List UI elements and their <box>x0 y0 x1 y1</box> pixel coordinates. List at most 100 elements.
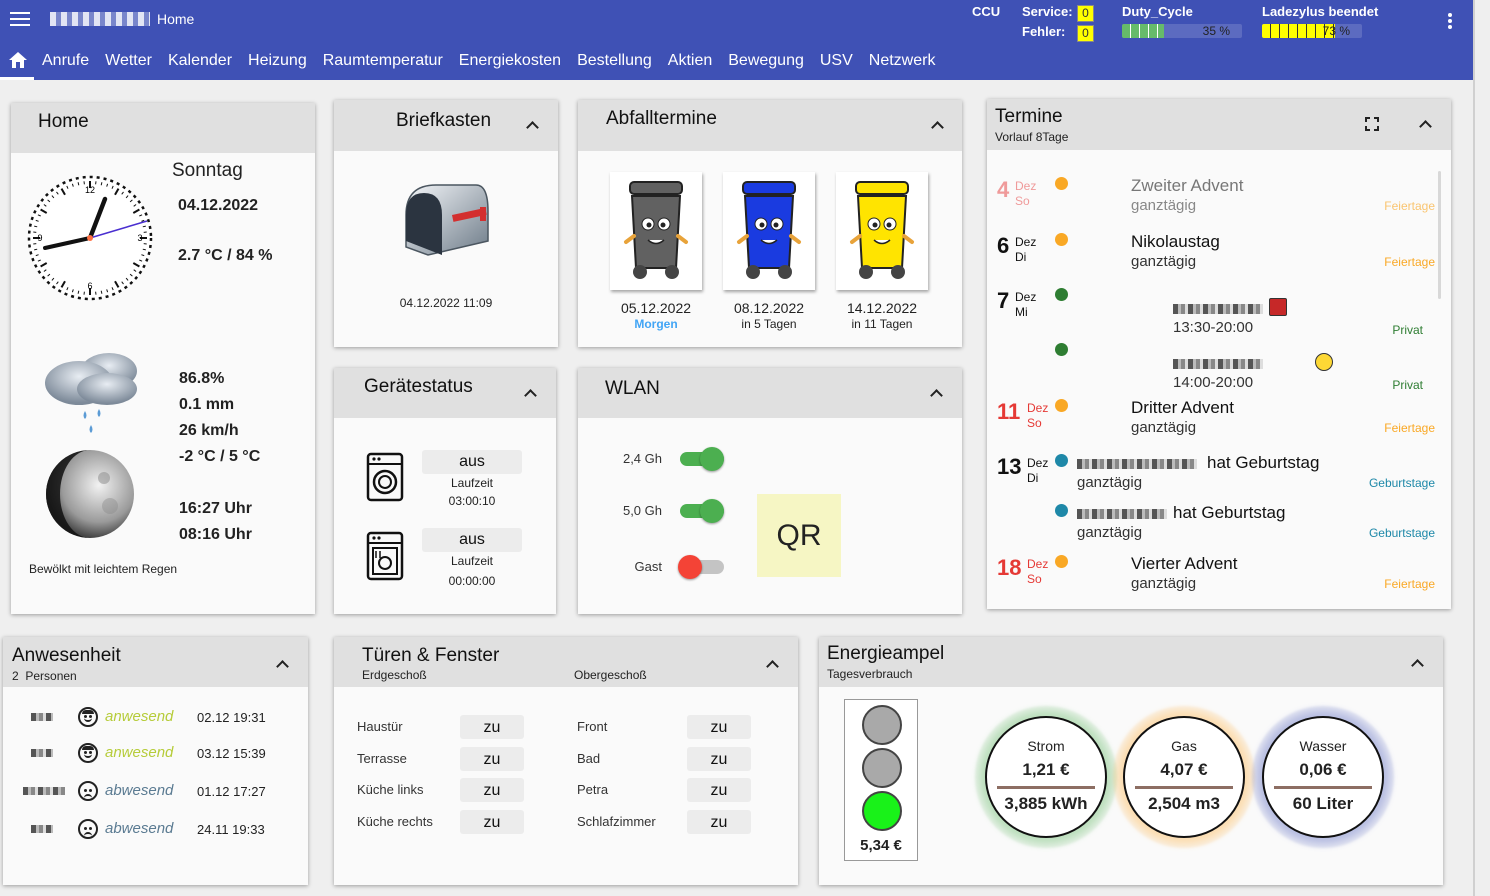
termine-header: Termine Vorlauf 8Tage <box>987 99 1451 150</box>
blurred-person-name <box>31 825 53 833</box>
qr-code-box[interactable]: QR <box>757 494 841 577</box>
fullscreen-icon[interactable] <box>1365 117 1379 131</box>
service-label: Service: <box>1022 4 1073 19</box>
event-category: Feiertage <box>1384 421 1435 435</box>
termine-scrollbar[interactable] <box>1438 171 1441 299</box>
traffic-light-red-icon <box>862 705 902 745</box>
tab-raumtemperatur[interactable]: Raumtemperatur <box>315 44 451 80</box>
collapse-chevron-icon[interactable] <box>1411 659 1423 667</box>
clock-number-3: 3 <box>137 233 142 243</box>
wlan-label: Gast <box>634 559 662 574</box>
tab-wetter[interactable]: Wetter <box>97 44 160 80</box>
more-vert-icon[interactable] <box>1448 13 1454 31</box>
anwesenheit-header: Anwesenheit 2 Personen <box>3 637 308 687</box>
collapse-chevron-icon[interactable] <box>276 660 288 668</box>
ccu-label: CCU <box>972 4 1001 19</box>
hamburger-menu-icon[interactable] <box>10 12 30 28</box>
dishwasher-runtime-label: Laufzeit <box>450 554 494 568</box>
collapse-chevron-icon[interactable] <box>931 121 943 129</box>
event-subtitle: ganztägig <box>1131 419 1197 436</box>
blurred-person-name <box>31 713 53 721</box>
collapse-chevron-icon[interactable] <box>524 389 536 397</box>
date: 04.12.2022 <box>178 197 259 214</box>
sunset-time: 16:27 Uhr <box>179 500 252 517</box>
energie-card: Energieampel Tagesverbrauch 5,34 € Strom… <box>819 637 1443 885</box>
tab-bestellung[interactable]: Bestellung <box>569 44 660 80</box>
geraete-card: Gerätestatus aus Laufzeit 03:00:10 aus L… <box>334 368 556 614</box>
waste-bin-tile[interactable] <box>610 172 702 290</box>
gauge-cost: 1,21 € <box>1022 760 1070 779</box>
tab-heizung[interactable]: Heizung <box>240 44 315 80</box>
termine-subtitle: Vorlauf 8Tage <box>995 130 1069 144</box>
gauge-name: Wasser <box>1299 738 1347 754</box>
window-name: Petra <box>577 782 609 797</box>
dishwasher-runtime: 00:00:00 <box>448 574 496 588</box>
event-day: 13 <box>997 454 1022 479</box>
waste-bin-date: 08.12.2022 <box>733 300 805 316</box>
event-month: Dez <box>1015 235 1037 249</box>
tab-energiekosten[interactable]: Energiekosten <box>451 44 569 80</box>
window-name: Bad <box>577 751 601 766</box>
event-weekday: So <box>1027 416 1042 430</box>
waste-bin-date: 14.12.2022 <box>846 300 918 316</box>
briefkasten-timestamp: 04.12.2022 11:09 <box>399 296 493 310</box>
waste-bin-icon <box>737 181 801 279</box>
tab-anrufe[interactable]: Anrufe <box>34 44 97 80</box>
door-state: zu <box>460 747 524 771</box>
tab-home[interactable] <box>0 44 34 80</box>
anwesenheit-title: Anwesenheit <box>12 645 121 666</box>
clock-number-6: 6 <box>87 281 92 291</box>
tab-usv[interactable]: USV <box>812 44 861 80</box>
tab-bewegung[interactable]: Bewegung <box>720 44 812 80</box>
window-name: Front <box>577 719 608 734</box>
event-weekday: Di <box>1015 250 1027 264</box>
wlan-card: WLAN 2,4 Gh 5,0 Gh Gast QR <box>578 368 962 614</box>
collapse-chevron-icon[interactable] <box>1419 120 1431 128</box>
event-title: Dritter Advent <box>1131 398 1234 417</box>
presence-time: 01.12 17:27 <box>197 784 266 799</box>
geraete-title: Gerätestatus <box>364 376 473 397</box>
duty-cycle-bar: 35 % <box>1122 24 1242 38</box>
collapse-chevron-icon[interactable] <box>930 389 942 397</box>
briefkasten-title: Briefkasten <box>396 110 492 131</box>
abfall-header: Abfalltermine <box>578 100 962 151</box>
event-time: 13:30-20:00 <box>1173 319 1254 336</box>
gauge-name: Strom <box>1027 738 1065 754</box>
abfall-card: Abfalltermine 05.12.2022 Morgen 08.12.2022… <box>578 100 962 347</box>
presence-time: 02.12 19:31 <box>197 710 266 725</box>
erdgeschoss-label: Erdgeschoß <box>362 668 427 682</box>
weather-rain: 0.1 mm <box>179 396 235 413</box>
home-icon <box>9 52 27 68</box>
presence-status: anwesend <box>105 744 174 761</box>
collapse-chevron-icon[interactable] <box>526 121 538 129</box>
energie-title: Energieampel <box>827 643 945 664</box>
blurred-event-title <box>1173 359 1263 369</box>
wlan-toggle[interactable] <box>678 498 724 523</box>
tueren-title: Türen & Fenster <box>362 645 500 666</box>
scrollbar-track[interactable] <box>1473 0 1475 896</box>
tab-kalender[interactable]: Kalender <box>160 44 240 80</box>
traffic-light: 5,34 € <box>844 699 918 861</box>
event-title: Vierter Advent <box>1131 554 1238 573</box>
weekday: Sonntag <box>172 160 243 181</box>
window-state: zu <box>687 715 751 739</box>
door-name: Küche rechts <box>357 814 433 829</box>
event-month: Dez <box>1015 290 1037 304</box>
waste-bin-when: in 5 Tagen <box>741 317 797 331</box>
waste-bin-tile[interactable] <box>723 172 815 290</box>
nav-tabs: Anrufe Wetter Kalender Heizung Raumtempe… <box>0 44 943 80</box>
termine-card: Termine Vorlauf 8Tage 4 Dez So Zweiter Adve… <box>987 99 1451 609</box>
blurred-user-name <box>50 12 150 26</box>
tab-aktien[interactable]: Aktien <box>660 44 720 80</box>
washer-runtime: 03:00:10 <box>448 494 496 508</box>
waste-bin-tile[interactable] <box>836 172 928 290</box>
waste-bin-icon <box>624 181 688 279</box>
tab-netzwerk[interactable]: Netzwerk <box>861 44 944 80</box>
event-day: 11 <box>997 399 1021 424</box>
event-subtitle: ganztägig <box>1077 474 1143 491</box>
wlan-toggle[interactable] <box>678 446 724 471</box>
energie-subtitle: Tagesverbrauch <box>827 667 913 681</box>
wlan-toggle[interactable] <box>678 554 724 579</box>
blurred-person-name <box>1077 509 1167 519</box>
collapse-chevron-icon[interactable] <box>766 660 778 668</box>
